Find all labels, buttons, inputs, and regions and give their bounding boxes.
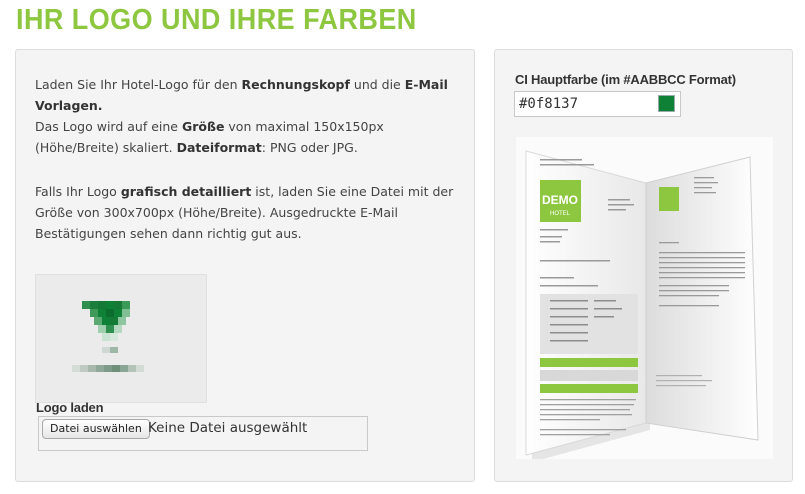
color-swatch[interactable] [658,95,675,112]
ci-color-label: CI Hauptfarbe (im #AABBCC Format) [515,72,736,87]
page-title: IHR LOGO UND IHRE FARBEN [16,4,417,36]
demo-logo-text: DEMO [542,193,578,207]
color-panel: CI Hauptfarbe (im #AABBCC Format) DEMO H… [494,49,793,482]
invoice-preview-image: DEMO HOTEL [516,137,773,462]
file-status-text: Keine Datei ausgewählt [148,420,308,436]
hotel-logo-image [72,301,144,372]
demo-hotel-text: HOTEL [550,211,571,217]
logo-panel: Laden Sie Ihr Hotel-Logo für den Rechnun… [15,49,475,482]
logo-preview [35,274,207,403]
ci-color-field [514,91,681,117]
logo-detail-hint: Falls Ihr Logo grafisch detailliert ist,… [35,184,454,241]
logo-description: Laden Sie Ihr Hotel-Logo für den Rechnun… [35,77,448,155]
logo-file-input[interactable]: Datei auswählen Keine Datei ausgewählt [38,416,368,451]
ci-color-input[interactable] [515,92,652,116]
logo-upload-label: Logo laden [36,400,104,415]
choose-file-button[interactable]: Datei auswählen [42,419,150,439]
